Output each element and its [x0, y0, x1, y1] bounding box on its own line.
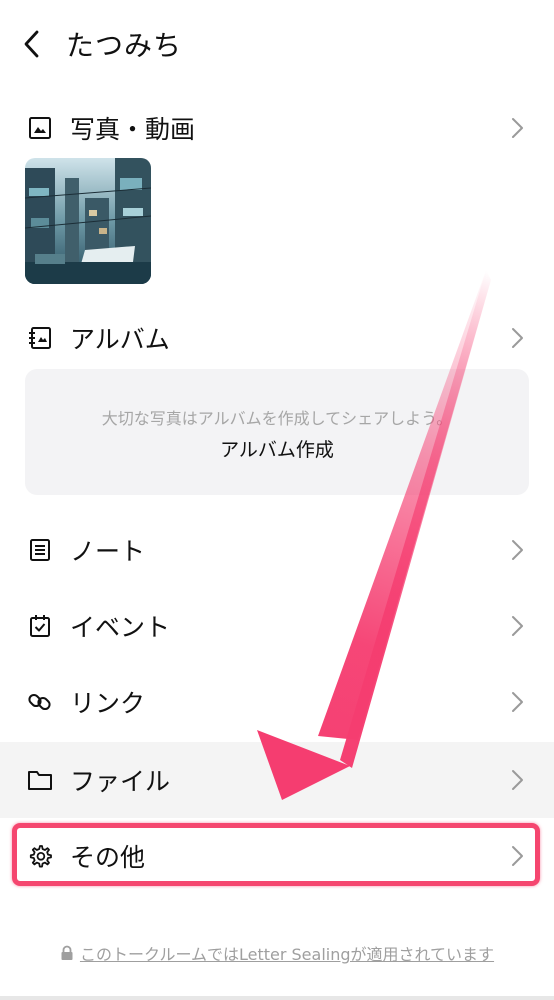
gear-icon	[26, 842, 54, 870]
folder-icon	[26, 766, 54, 794]
chevron-right-icon	[512, 846, 523, 866]
chevron-right-icon	[512, 328, 523, 348]
album-icon	[26, 324, 54, 352]
menu-item-link[interactable]: リンク	[0, 664, 554, 740]
menu-item-photos-label: 写真・動画	[70, 115, 196, 144]
menu-item-photos[interactable]: 写真・動画	[0, 90, 554, 166]
album-hint-text: 大切な写真はアルバムを作成してシェアしよう。	[101, 409, 453, 428]
calendar-icon	[26, 612, 54, 640]
chevron-right-icon	[512, 692, 523, 712]
page-title: たつみち	[66, 29, 183, 62]
menu-item-file[interactable]: ファイル	[0, 742, 554, 818]
menu-item-event[interactable]: イベント	[0, 588, 554, 664]
chevron-right-icon	[512, 616, 523, 636]
menu-item-other-label: その他	[70, 843, 146, 872]
menu-item-album[interactable]: アルバム	[0, 300, 554, 376]
create-album-button[interactable]: アルバム作成	[25, 435, 529, 462]
menu-item-album-label: アルバム	[70, 325, 170, 354]
menu-item-other[interactable]: その他	[0, 818, 554, 894]
menu-item-file-label: ファイル	[70, 767, 171, 796]
photo-thumbnail[interactable]	[25, 158, 151, 284]
photo-icon	[26, 114, 54, 142]
back-button[interactable]	[14, 26, 50, 62]
letter-sealing-link[interactable]: このトークルームではLetter Sealingが適用されています	[80, 941, 494, 965]
link-icon	[26, 688, 54, 716]
note-icon	[26, 536, 54, 564]
menu-item-event-label: イベント	[70, 613, 171, 642]
menu-item-note[interactable]: ノート	[0, 512, 554, 588]
bottom-divider	[0, 996, 554, 1000]
chevron-left-icon	[24, 30, 39, 58]
chevron-right-icon	[512, 770, 523, 790]
chevron-right-icon	[512, 118, 523, 138]
album-empty-panel: 大切な写真はアルバムを作成してシェアしよう。 アルバム作成	[25, 369, 529, 495]
menu-item-link-label: リンク	[70, 689, 146, 718]
lock-icon	[61, 945, 73, 960]
menu-item-note-label: ノート	[70, 537, 146, 566]
letter-sealing-notice: このトークルームではLetter Sealingが適用されています	[0, 940, 554, 966]
chevron-right-icon	[512, 540, 523, 560]
header: たつみち	[0, 0, 554, 86]
